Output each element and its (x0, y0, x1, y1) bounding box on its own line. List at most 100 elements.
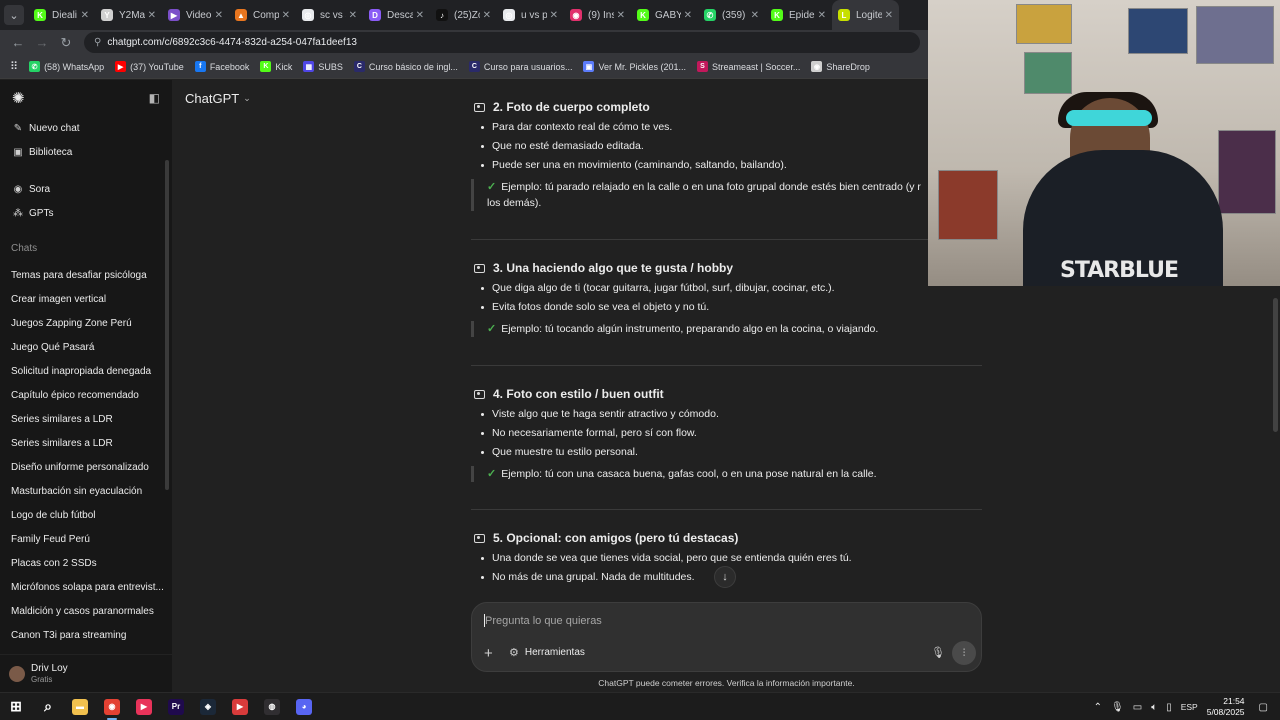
obs-icon[interactable]: ◍ (256, 693, 288, 720)
chat-history-item[interactable]: Canon T3i para streaming (0, 623, 172, 647)
chat-history-item[interactable]: Juego Qué Pasará (0, 335, 172, 359)
chevron-up-icon[interactable]: ⌃ (1094, 702, 1102, 713)
tools-button[interactable]: ⚙ Herramientas (509, 646, 585, 659)
bookmark-item[interactable]: C Curso para usuarios... (468, 61, 572, 72)
browser-tab[interactable]: ◎ u vs p ✕ (497, 0, 564, 30)
forward-icon[interactable]: → (32, 35, 52, 50)
sidebar-toggle-icon[interactable]: ◧ (149, 91, 160, 105)
apps-icon[interactable]: ⠿ (10, 60, 18, 73)
browser-tab[interactable]: L Logite ✕ (832, 0, 899, 30)
browser-tab[interactable]: K Epide ✕ (765, 0, 832, 30)
browser-tab[interactable]: ◎ sc vs a✕ (296, 0, 363, 30)
check-icon: ✓ (487, 468, 497, 480)
chat-history-item[interactable]: Family Feud Perú (0, 527, 172, 551)
openai-logo-icon[interactable]: ✺ (12, 89, 25, 107)
bookmark-item[interactable]: ▶ (37) YouTube (115, 61, 184, 72)
notification-icon[interactable]: ▢ (1259, 702, 1268, 713)
close-icon[interactable]: ✕ (818, 10, 826, 21)
address-bar[interactable]: ⚲ chatgpt.com/c/6892c3c6-4474-832d-a254-… (84, 32, 920, 53)
browser-tab[interactable]: ▶ Video ✕ (162, 0, 229, 30)
chat-history-item[interactable]: Temas para desafiar psicóloga (0, 263, 172, 287)
browser-tab[interactable]: ▲ Comp ✕ (229, 0, 296, 30)
chat-history-item[interactable]: Logo de club fútbol (0, 503, 172, 527)
steam-icon[interactable]: ◈ (192, 693, 224, 720)
site-info-icon[interactable]: ⚲ (94, 37, 101, 48)
browser-tab[interactable]: D Desca ✕ (363, 0, 430, 30)
close-icon[interactable]: ✕ (885, 10, 893, 21)
start-icon[interactable]: ⊞ (0, 693, 32, 720)
bookmark-item[interactable]: ✆ (58) WhatsApp (29, 61, 104, 72)
close-icon[interactable]: ✕ (483, 10, 491, 21)
scroll-down-button[interactable]: ↓ (714, 566, 736, 588)
chat-history-item[interactable]: Juegos Zapping Zone Perú (0, 311, 172, 335)
microphone-icon[interactable]: 🎙︎ (931, 646, 945, 659)
chat-history-item[interactable]: Micrófonos solapa para entrevist... (0, 575, 172, 599)
bookmark-item[interactable]: S Streameast | Soccer... (697, 61, 800, 72)
bookmark-item[interactable]: ▦ SUBS (303, 61, 343, 72)
clock[interactable]: 21:54 5/08/2025 (1207, 696, 1245, 718)
bookmark-item[interactable]: ▣ Ver Mr. Pickles (201... (583, 61, 686, 72)
chrome-icon[interactable]: ◉ (96, 693, 128, 720)
close-icon[interactable]: ✕ (349, 10, 357, 21)
example-text: Ejemplo: tú con una casaca buena, gafas … (501, 468, 877, 480)
bookmark-item[interactable]: f Facebook (194, 61, 249, 72)
search-icon[interactable]: ⌕ (32, 693, 64, 720)
tab-search-button[interactable]: ⌄ (4, 5, 24, 25)
close-icon[interactable]: ✕ (617, 10, 625, 21)
bookmark-favicon-icon: C (353, 61, 365, 72)
bookmark-item[interactable]: K Kick (260, 61, 292, 72)
chat-history-item[interactable]: Maldición y casos paranormales (0, 599, 172, 623)
sidebar-item-gpts[interactable]: ⁂ GPTs (0, 201, 172, 225)
battery-icon[interactable]: ▯ (1166, 702, 1172, 713)
premiere-icon[interactable]: Pr (160, 693, 192, 720)
microphone-tray-icon[interactable]: 🎙︎ (1111, 702, 1124, 713)
chat-history-item[interactable]: Diseño uniforme personalizado (0, 455, 172, 479)
bookmark-item[interactable]: ◉ ShareDrop (811, 61, 870, 72)
tab-title: (359) (722, 9, 746, 21)
sidebar-item-nuevo-chat[interactable]: ✎ Nuevo chat (0, 116, 172, 140)
bullet-list: Para dar contexto real de cómo te ves. Qu… (471, 118, 982, 175)
media-player-icon[interactable]: ▶ (128, 693, 160, 720)
back-icon[interactable]: ← (8, 35, 28, 50)
streamlabs-icon[interactable]: ▶ (224, 693, 256, 720)
chat-history-item[interactable]: Placas con 2 SSDs (0, 551, 172, 575)
section-title: 2. Foto de cuerpo completo (493, 100, 650, 114)
network-icon[interactable]: ▭ (1133, 702, 1142, 713)
close-icon[interactable]: ✕ (81, 10, 89, 21)
browser-tab[interactable]: Y Y2Ma ✕ (95, 0, 162, 30)
main-scrollbar[interactable] (1273, 298, 1278, 432)
browser-tab[interactable]: K GABY ✕ (631, 0, 698, 30)
prompt-input[interactable]: Pregunta lo que quieras (484, 614, 602, 627)
chat-history-item[interactable]: Solicitud inapropiada denegada (0, 359, 172, 383)
close-icon[interactable]: ✕ (215, 10, 223, 21)
model-selector[interactable]: ChatGPT ⌄ (185, 91, 251, 106)
close-icon[interactable]: ✕ (416, 10, 424, 21)
chat-history-item[interactable]: Masturbación sin eyaculación (0, 479, 172, 503)
sidebar-scrollbar[interactable] (165, 160, 169, 490)
chat-history-item[interactable]: Capítulo épico recomendado (0, 383, 172, 407)
close-icon[interactable]: ✕ (550, 10, 558, 21)
voice-mode-button[interactable]: ⫶ (952, 641, 976, 665)
chat-history-item[interactable]: Series similares a LDR (0, 431, 172, 455)
reload-icon[interactable]: ↻ (56, 35, 76, 51)
language-indicator[interactable]: ESP (1181, 702, 1198, 712)
add-attachment-button[interactable]: + (484, 645, 493, 662)
browser-tab[interactable]: K Dieali ✕ (28, 0, 95, 30)
user-menu[interactable]: Driv Loy Gratis (0, 654, 172, 692)
sidebar-item-biblioteca[interactable]: ▣ Biblioteca (0, 140, 172, 164)
browser-tab[interactable]: ✆ (359) ✕ (698, 0, 765, 30)
bookmark-item[interactable]: C Curso básico de ingl... (353, 61, 458, 72)
close-icon[interactable]: ✕ (282, 10, 290, 21)
chat-history-item[interactable]: Crear imagen vertical (0, 287, 172, 311)
section-title: 4. Foto con estilo / buen outfit (493, 387, 664, 401)
browser-tab[interactable]: ♪ (25)Zo✕ (430, 0, 497, 30)
close-icon[interactable]: ✕ (751, 10, 759, 21)
chat-history-item[interactable]: Series similares a LDR (0, 407, 172, 431)
browser-tab[interactable]: ◉ (9) Ins ✕ (564, 0, 631, 30)
volume-icon[interactable]: 🔈︎ (1151, 702, 1157, 713)
sidebar-item-sora[interactable]: ◉ Sora (0, 177, 172, 201)
close-icon[interactable]: ✕ (148, 10, 156, 21)
close-icon[interactable]: ✕ (684, 10, 692, 21)
file-explorer-icon[interactable]: ▬ (64, 693, 96, 720)
discord-icon[interactable]: ◕ (288, 693, 320, 720)
